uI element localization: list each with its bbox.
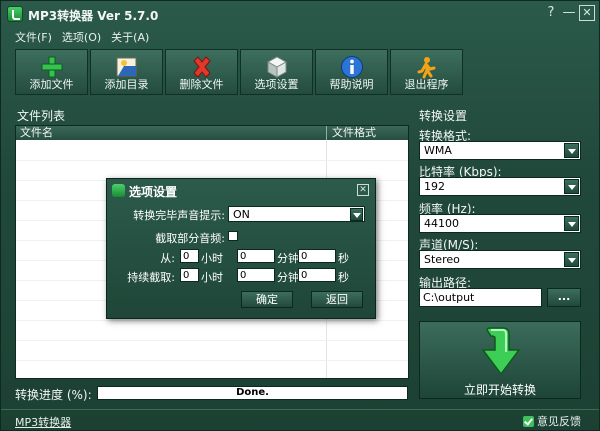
- sound-alert-label: 转换完毕声音提示:: [133, 209, 225, 222]
- options-label: 选项设置: [254, 78, 299, 91]
- menu-bar: 文件(F) 选项(O) 关于(A): [15, 29, 149, 45]
- chevron-down-icon[interactable]: [564, 179, 579, 194]
- dialog-close-button[interactable]: ✕: [357, 184, 369, 196]
- frequency-select[interactable]: 44100: [419, 214, 581, 233]
- bitrate-value: 192: [424, 180, 445, 193]
- settings-heading: 转换设置: [419, 109, 468, 123]
- from-minutes-input[interactable]: [237, 249, 275, 263]
- add-file-button[interactable]: 添加文件: [15, 49, 88, 95]
- frequency-value: 44100: [424, 217, 459, 230]
- hours-unit: 小时: [201, 252, 223, 265]
- column-separator: [326, 126, 327, 140]
- feedback-label: 意见反馈: [537, 415, 581, 428]
- toolbar: 添加文件 添加目录 删除文件 选项设置 帮助说明 退出程序: [15, 49, 463, 95]
- app-home-link[interactable]: MP3转换器: [15, 414, 71, 430]
- add-folder-button[interactable]: 添加目录: [90, 49, 163, 95]
- start-convert-button[interactable]: 立即开始转换: [419, 321, 581, 399]
- duration-label: 持续截取:: [127, 271, 175, 284]
- output-path-input[interactable]: [419, 288, 542, 307]
- delete-file-label: 删除文件: [179, 78, 224, 91]
- column-header-filename[interactable]: 文件名: [20, 126, 53, 140]
- format-select[interactable]: WMA: [419, 141, 581, 160]
- help-button[interactable]: ?: [543, 5, 559, 21]
- hours-unit: 小时: [201, 271, 223, 284]
- row-divider: [16, 320, 408, 321]
- from-hours-input[interactable]: [180, 249, 199, 263]
- window-title: MP3转换器 Ver 5.7.0: [28, 9, 159, 23]
- minutes-unit: 分钟: [277, 271, 299, 284]
- progress-bar: Done.: [97, 386, 408, 400]
- channel-value: Stereo: [424, 253, 460, 266]
- dialog-logo-icon: [112, 184, 125, 197]
- chevron-down-icon[interactable]: [564, 143, 579, 158]
- status-bar: MP3转换器 意见反馈: [1, 409, 599, 431]
- file-list-heading: 文件列表: [17, 109, 66, 123]
- row-divider: [16, 360, 408, 361]
- duration-hours-input[interactable]: [180, 268, 199, 282]
- column-header-format[interactable]: 文件格式: [332, 126, 376, 140]
- minimize-button[interactable]: —: [561, 5, 577, 21]
- dialog-title: 选项设置: [129, 185, 178, 199]
- partial-audio-checkbox[interactable]: [228, 231, 238, 241]
- check-icon: [523, 416, 534, 427]
- row-divider: [16, 340, 408, 341]
- chevron-down-icon[interactable]: [350, 208, 363, 221]
- start-convert-label: 立即开始转换: [463, 383, 536, 397]
- add-folder-label: 添加目录: [104, 78, 149, 91]
- browse-button[interactable]: ...: [547, 288, 581, 307]
- bitrate-select[interactable]: 192: [419, 177, 581, 196]
- feedback-link[interactable]: 意见反馈: [523, 413, 581, 429]
- menu-file[interactable]: 文件(F): [15, 29, 52, 45]
- chevron-down-icon[interactable]: [564, 252, 579, 267]
- back-button[interactable]: 返回: [311, 291, 363, 308]
- close-button[interactable]: ✕: [579, 5, 595, 21]
- file-list-header: 文件名 文件格式: [16, 126, 408, 140]
- options-dialog: 选项设置 ✕ 转换完毕声音提示: ON 截取部分音频: 从: 小时 分钟 秒 持…: [106, 178, 376, 319]
- format-value: WMA: [424, 144, 452, 157]
- exit-label: 退出程序: [404, 78, 449, 91]
- progress-label: 转换进度 (%):: [15, 388, 92, 402]
- seconds-unit: 秒: [338, 252, 349, 265]
- menu-options[interactable]: 选项(O): [62, 29, 101, 45]
- chevron-down-icon[interactable]: [564, 216, 579, 231]
- menu-about[interactable]: 关于(A): [111, 29, 149, 45]
- app-window: MP3转换器 Ver 5.7.0 ? — ✕ 文件(F) 选项(O) 关于(A)…: [0, 0, 600, 431]
- from-label: 从:: [160, 252, 175, 265]
- seconds-unit: 秒: [338, 271, 349, 284]
- help-doc-button[interactable]: 帮助说明: [315, 49, 388, 95]
- ok-button[interactable]: 确定: [241, 291, 293, 308]
- app-logo-icon: [7, 6, 23, 22]
- minutes-unit: 分钟: [277, 252, 299, 265]
- duration-minutes-input[interactable]: [237, 268, 275, 282]
- duration-seconds-input[interactable]: [298, 268, 336, 282]
- arrow-down-icon: [481, 327, 521, 376]
- exit-button[interactable]: 退出程序: [390, 49, 463, 95]
- add-file-label: 添加文件: [29, 78, 74, 91]
- progress-text: Done.: [236, 387, 269, 398]
- channel-select[interactable]: Stereo: [419, 250, 581, 269]
- sound-alert-select[interactable]: ON: [228, 206, 365, 222]
- sound-alert-value: ON: [233, 208, 250, 221]
- title-bar: MP3转换器 Ver 5.7.0 ? — ✕: [1, 1, 599, 27]
- options-button[interactable]: 选项设置: [240, 49, 313, 95]
- help-doc-label: 帮助说明: [329, 78, 374, 91]
- from-seconds-input[interactable]: [298, 249, 336, 263]
- delete-file-button[interactable]: 删除文件: [165, 49, 238, 95]
- row-divider: [16, 160, 408, 161]
- partial-audio-label: 截取部分音频:: [155, 232, 225, 245]
